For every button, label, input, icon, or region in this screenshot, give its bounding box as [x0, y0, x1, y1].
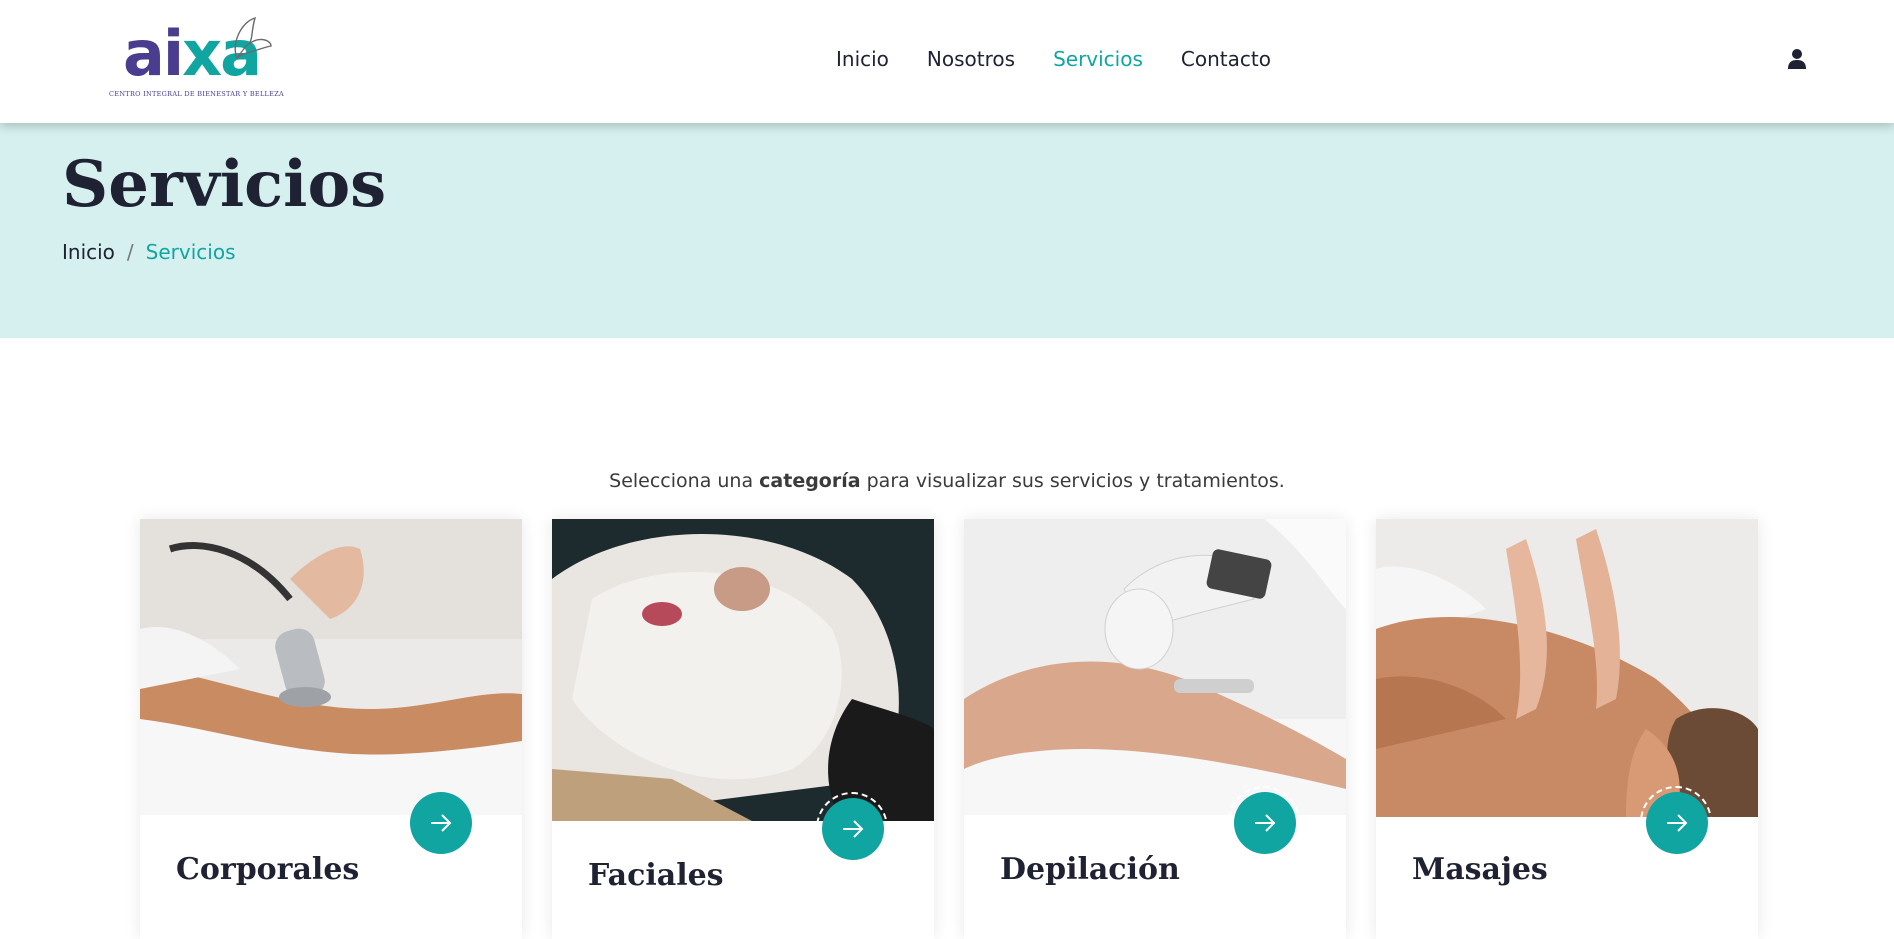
card-image-depilacion: [964, 519, 1346, 815]
page-banner: Servicios Inicio / Servicios: [0, 123, 1894, 338]
main-nav: Inicio Nosotros Servicios Contacto: [836, 46, 1309, 72]
card-title-depilacion[interactable]: Depilación: [1000, 851, 1180, 889]
card-button-faciales[interactable]: [816, 792, 888, 860]
logo-tagline: Centro integral de bienestar y belleza: [109, 90, 285, 98]
arrow-right-icon: [431, 814, 452, 832]
nav-servicios[interactable]: Servicios: [1053, 46, 1143, 72]
site-header: aixa Centro integral de bienestar y bell…: [0, 0, 1894, 123]
category-card-corporales[interactable]: Corporales: [140, 519, 522, 939]
page-title: Servicios: [62, 147, 387, 222]
category-card-masajes[interactable]: Masajes: [1376, 519, 1758, 939]
intro-text: Selecciona una categoría para visualizar…: [609, 470, 1285, 492]
nav-nosotros[interactable]: Nosotros: [927, 46, 1015, 72]
breadcrumb-separator: /: [126, 240, 134, 264]
card-button-masajes[interactable]: [1640, 786, 1712, 854]
brand-logo[interactable]: aixa Centro integral de bienestar y bell…: [105, 12, 284, 104]
card-title-corporales[interactable]: Corporales: [176, 851, 359, 889]
nav-contacto[interactable]: Contacto: [1181, 46, 1271, 72]
card-button-depilacion[interactable]: [1228, 786, 1300, 854]
card-image-faciales: [552, 519, 934, 821]
nav-inicio[interactable]: Inicio: [836, 46, 889, 72]
breadcrumb: Inicio / Servicios: [62, 239, 236, 265]
butterfly-icon: [234, 16, 272, 60]
card-button-corporales[interactable]: [410, 792, 472, 854]
card-image-corporales: [140, 519, 522, 815]
intro-bold-word: categoría: [759, 470, 861, 492]
category-card-faciales[interactable]: Faciales: [552, 519, 934, 939]
card-title-faciales[interactable]: Faciales: [588, 857, 724, 895]
user-icon[interactable]: [1787, 48, 1807, 70]
card-title-masajes[interactable]: Masajes: [1412, 851, 1548, 889]
card-image-masajes: [1376, 519, 1758, 817]
breadcrumb-home-link[interactable]: Inicio: [62, 240, 115, 264]
category-card-depilacion[interactable]: Depilación: [964, 519, 1346, 939]
breadcrumb-current: Servicios: [145, 240, 236, 264]
